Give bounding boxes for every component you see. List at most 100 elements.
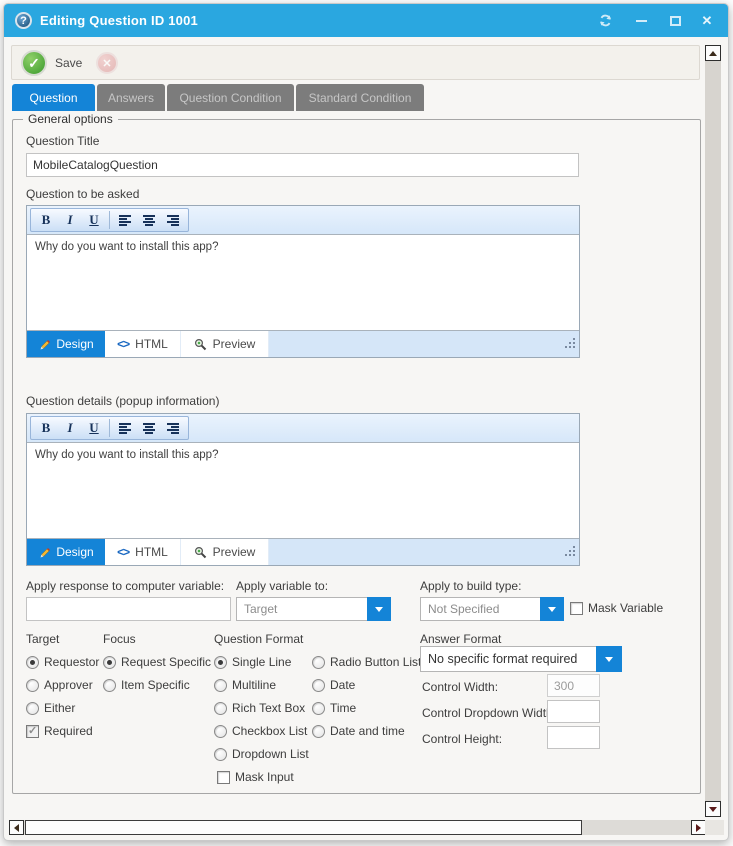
preview-tab[interactable]: Preview xyxy=(181,331,269,357)
toolbar-separator xyxy=(109,211,110,229)
radio-icon xyxy=(214,725,227,738)
align-left-icon xyxy=(119,423,132,434)
scroll-down-button[interactable] xyxy=(705,801,721,817)
scroll-up-button[interactable] xyxy=(705,45,721,61)
scrollbar-corner xyxy=(705,820,724,835)
align-right-button[interactable] xyxy=(161,418,185,438)
radio-icon xyxy=(26,679,39,692)
toolbar-separator xyxy=(109,419,110,437)
checkbox-box xyxy=(217,771,230,784)
required-checkbox[interactable]: Required xyxy=(26,724,93,738)
tab-standard-condition[interactable]: Standard Condition xyxy=(296,84,424,111)
preview-tab[interactable]: Preview xyxy=(181,539,269,565)
radio-approver[interactable]: Approver xyxy=(26,678,93,692)
radio-multiline[interactable]: Multiline xyxy=(214,678,276,692)
down-arrow-icon xyxy=(375,607,383,612)
align-center-button[interactable] xyxy=(137,418,161,438)
radio-time[interactable]: Time xyxy=(312,701,356,715)
refresh-button[interactable] xyxy=(592,10,618,31)
close-button[interactable]: ✕ xyxy=(694,10,720,31)
minimize-icon xyxy=(636,20,647,22)
control-dropdown-width-input[interactable] xyxy=(547,700,600,723)
radio-dropdown-list[interactable]: Dropdown List xyxy=(214,747,309,761)
bold-button[interactable]: B xyxy=(34,418,58,438)
select-value: No specific format required xyxy=(428,652,577,666)
answer-format-select[interactable]: No specific format required xyxy=(420,646,622,672)
maximize-button[interactable] xyxy=(662,10,688,31)
maximize-icon xyxy=(670,16,681,26)
italic-button[interactable]: I xyxy=(58,210,82,230)
question-title-input[interactable] xyxy=(26,153,579,177)
align-right-button[interactable] xyxy=(161,210,185,230)
apply-variable-to-select[interactable]: Target xyxy=(236,597,391,621)
scroll-right-button[interactable] xyxy=(691,820,706,835)
cancel-button[interactable]: ✕ xyxy=(96,52,118,74)
editor-content[interactable]: Why do you want to install this app? xyxy=(27,442,579,539)
horizontal-scrollbar[interactable] xyxy=(9,820,706,835)
save-check-icon: ✓ xyxy=(21,50,47,76)
design-tab[interactable]: Design xyxy=(27,539,105,565)
control-height-input[interactable] xyxy=(547,726,600,749)
apply-variable-input[interactable] xyxy=(26,597,231,621)
tab-question-condition[interactable]: Question Condition xyxy=(167,84,294,111)
radio-checkbox-list[interactable]: Checkbox List xyxy=(214,724,307,738)
radio-request-specific[interactable]: Request Specific xyxy=(103,655,211,669)
control-width-input[interactable] xyxy=(547,674,600,697)
radio-icon xyxy=(103,656,116,669)
select-value: Not Specified xyxy=(428,602,499,616)
mask-input-checkbox[interactable]: Mask Input xyxy=(217,770,294,784)
h-scroll-thumb[interactable] xyxy=(25,820,582,835)
bold-button[interactable]: B xyxy=(34,210,58,230)
html-tab[interactable]: <> HTML xyxy=(105,539,181,565)
underline-button[interactable]: U xyxy=(82,210,106,230)
vertical-scrollbar[interactable] xyxy=(705,45,721,817)
radio-date-and-time[interactable]: Date and time xyxy=(312,724,405,738)
dropdown-button[interactable] xyxy=(367,597,391,621)
italic-button[interactable]: I xyxy=(58,418,82,438)
help-icon[interactable]: ? xyxy=(15,12,32,29)
dropdown-button[interactable] xyxy=(540,597,564,621)
preview-label: Preview xyxy=(213,545,256,559)
radio-single-line[interactable]: Single Line xyxy=(214,655,291,669)
down-arrow-icon xyxy=(605,657,613,662)
refresh-icon xyxy=(598,13,613,28)
group-legend: General options xyxy=(23,112,118,126)
build-type-select[interactable]: Not Specified xyxy=(420,597,564,621)
radio-date[interactable]: Date xyxy=(312,678,355,692)
align-right-icon xyxy=(167,215,180,226)
dropdown-button[interactable] xyxy=(596,646,622,672)
resize-grip[interactable] xyxy=(565,342,575,352)
apply-variable-to-label: Apply variable to: xyxy=(236,579,328,593)
editor-mode-bar: Design <> HTML Preview xyxy=(27,539,579,565)
radio-requestor[interactable]: Requestor xyxy=(26,655,99,669)
html-icon: <> xyxy=(117,545,129,559)
radio-icon xyxy=(26,702,39,715)
mask-variable-label: Mask Variable xyxy=(588,601,663,615)
align-left-button[interactable] xyxy=(113,210,137,230)
radio-rich-text-box[interactable]: Rich Text Box xyxy=(214,701,305,715)
resize-grip[interactable] xyxy=(565,550,575,560)
minimize-button[interactable] xyxy=(628,10,654,31)
checkbox-box xyxy=(26,725,39,738)
align-left-icon xyxy=(119,215,132,226)
mask-variable-checkbox[interactable]: Mask Variable xyxy=(570,601,663,615)
design-label: Design xyxy=(56,545,93,559)
editor-content[interactable]: Why do you want to install this app? xyxy=(27,234,579,331)
radio-item-specific[interactable]: Item Specific xyxy=(103,678,190,692)
down-arrow-icon xyxy=(548,607,556,612)
scroll-left-button[interactable] xyxy=(9,820,24,835)
tab-question[interactable]: Question xyxy=(12,84,95,111)
align-left-button[interactable] xyxy=(113,418,137,438)
titlebar: ? Editing Question ID 1001 ✕ xyxy=(4,4,728,37)
checkbox-box xyxy=(570,602,583,615)
radio-either[interactable]: Either xyxy=(26,701,75,715)
align-center-button[interactable] xyxy=(137,210,161,230)
radio-radio-button-list[interactable]: Radio Button List xyxy=(312,655,421,669)
design-tab[interactable]: Design xyxy=(27,331,105,357)
html-tab[interactable]: <> HTML xyxy=(105,331,181,357)
tab-answers[interactable]: Answers xyxy=(97,84,165,111)
underline-button[interactable]: U xyxy=(82,418,106,438)
dialog-window: ? Editing Question ID 1001 ✕ ✓ Save ✕ Qu… xyxy=(3,3,729,841)
radio-icon xyxy=(214,702,227,715)
answer-format-header: Answer Format xyxy=(420,632,501,646)
